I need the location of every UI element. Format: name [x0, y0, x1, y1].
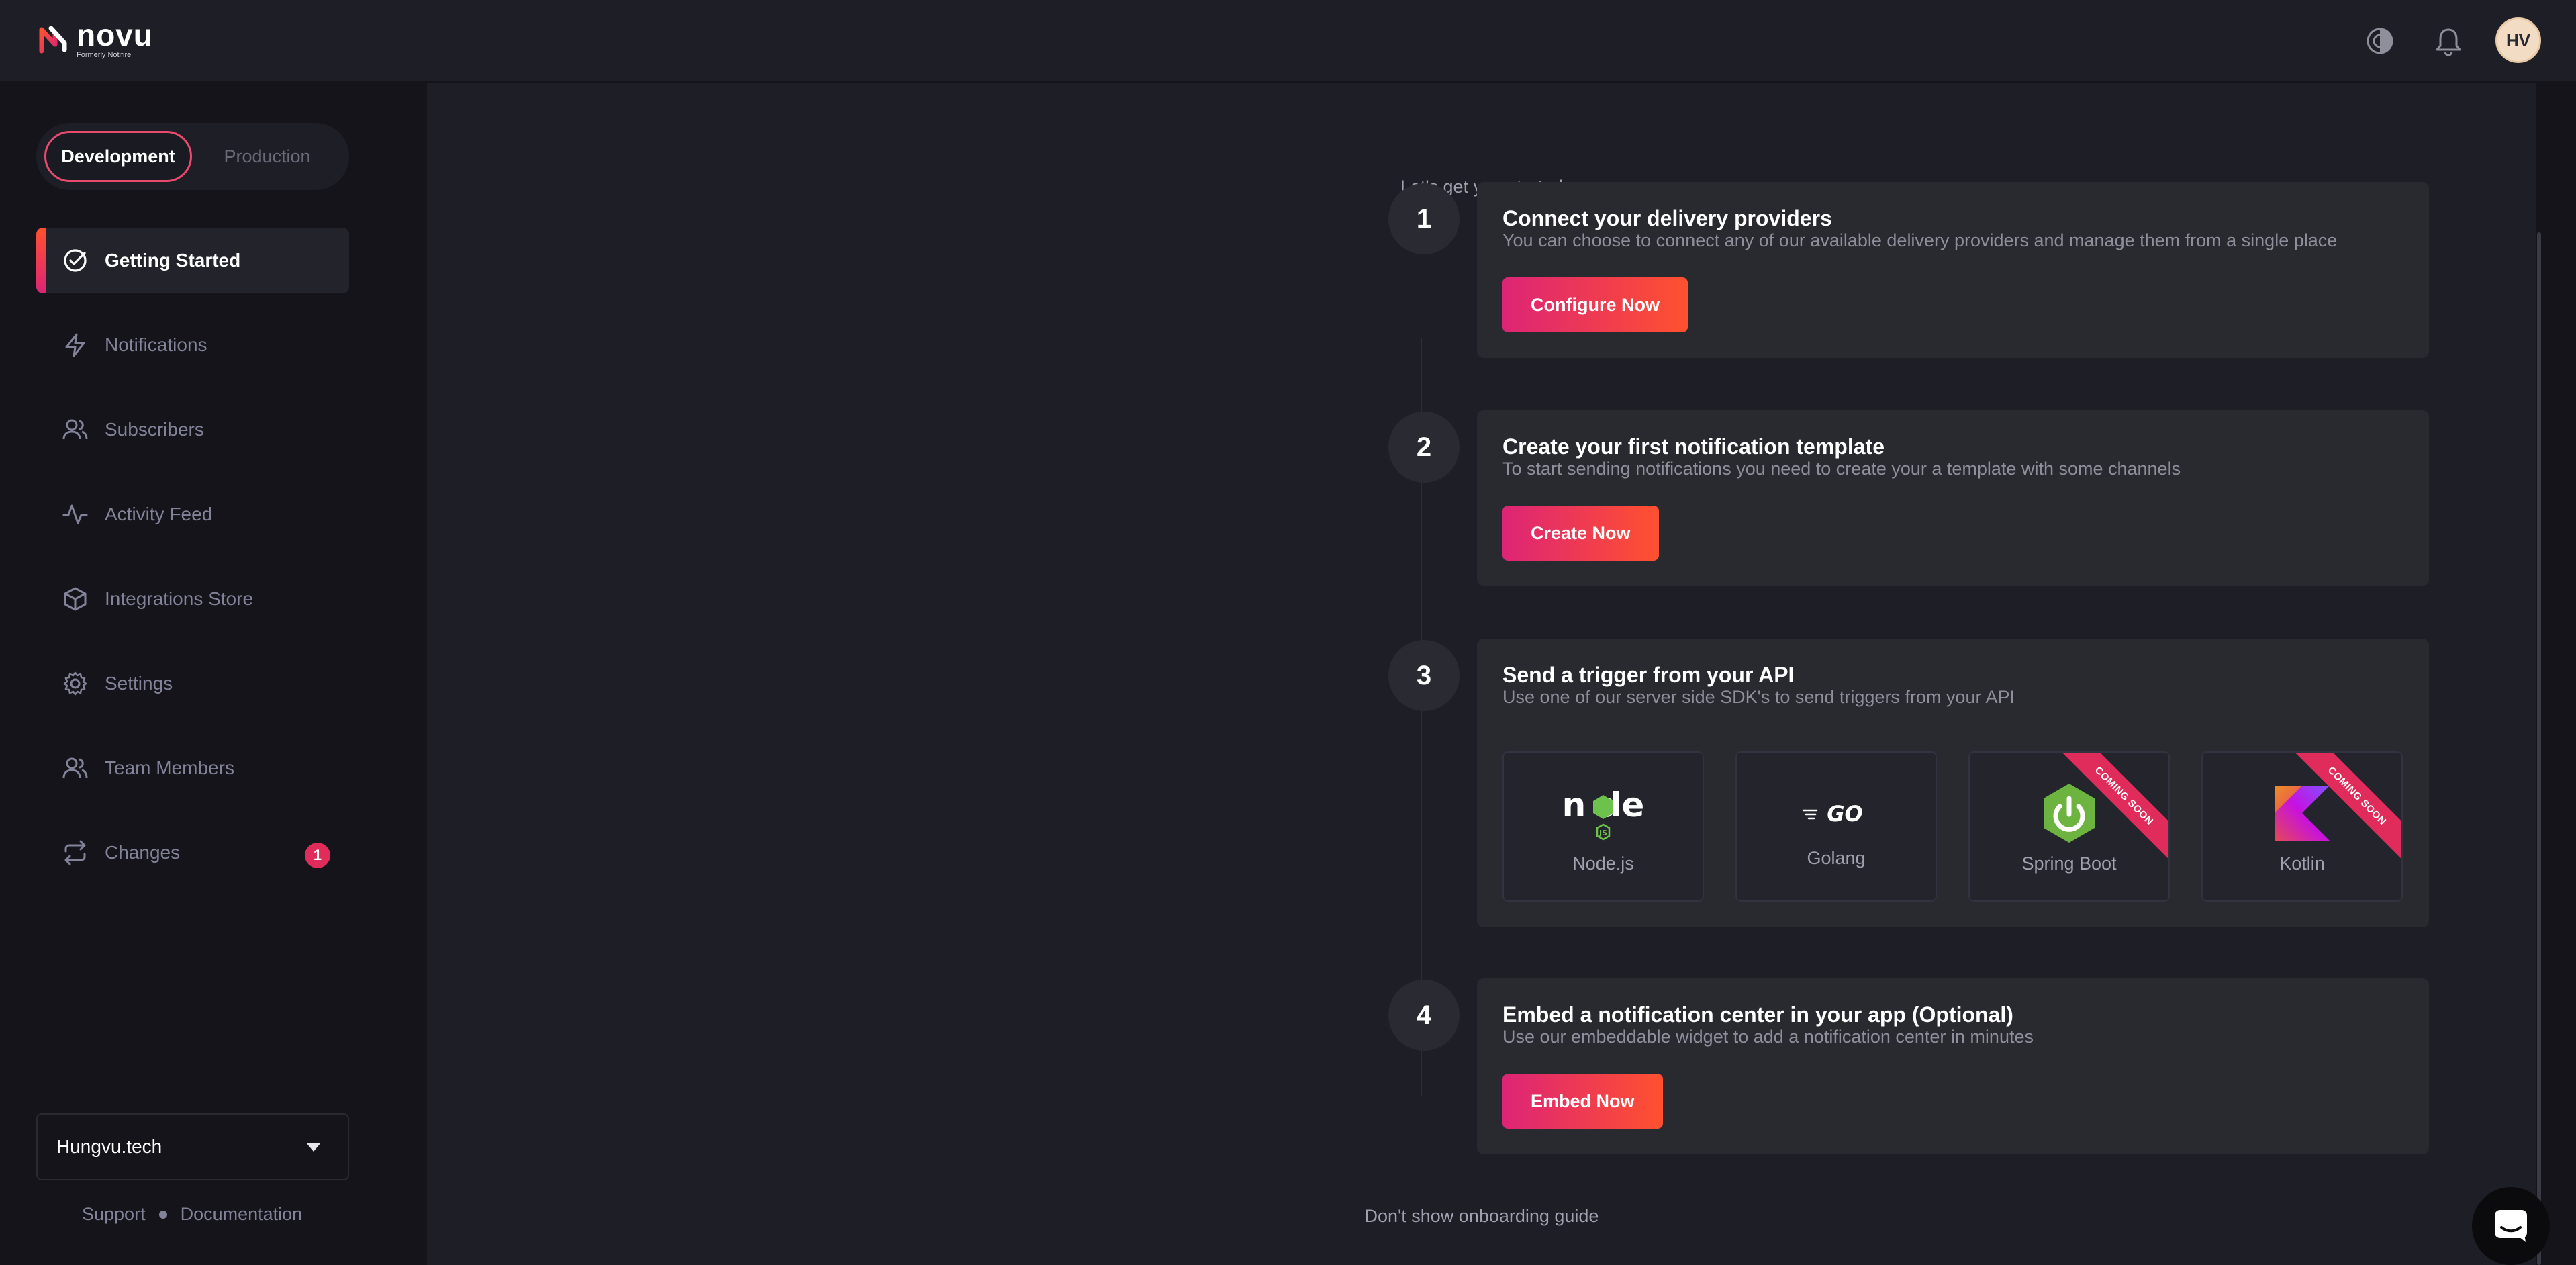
- env-production-button[interactable]: Production: [193, 131, 341, 182]
- support-link[interactable]: Support: [82, 1204, 146, 1225]
- step-card-send-trigger: Send a trigger from your API Use one of …: [1477, 639, 2429, 927]
- step-number: 4: [1388, 980, 1460, 1051]
- users-icon: [62, 416, 89, 443]
- create-now-button[interactable]: Create Now: [1502, 506, 1659, 561]
- env-development-button[interactable]: Development: [44, 131, 192, 182]
- repeat-icon: [62, 839, 89, 866]
- novu-logo-icon: [39, 26, 67, 54]
- sidebar-item-getting-started[interactable]: Getting Started: [36, 228, 349, 293]
- separator-dot: [158, 1210, 167, 1219]
- sidebar-item-label: Activity Feed: [105, 504, 213, 524]
- main-content: Let's get you started 1 Connect your del…: [427, 83, 2536, 1265]
- step-description: To start sending notifications you need …: [1502, 459, 2181, 479]
- sidebar-item-subscribers[interactable]: Subscribers: [36, 397, 349, 463]
- sdk-label: Kotlin: [2279, 853, 2325, 874]
- bell-icon[interactable]: [2432, 24, 2465, 58]
- sidebar-footer-links: Support Documentation: [82, 1204, 302, 1225]
- chat-launcher-button[interactable]: [2472, 1187, 2550, 1265]
- bolt-icon: [62, 332, 89, 359]
- step-number: 2: [1388, 412, 1460, 483]
- top-header: novu Formerly Notifire HV: [0, 0, 2576, 83]
- sidebar-item-activity-feed[interactable]: Activity Feed: [36, 481, 349, 547]
- sidebar-item-label: Integrations Store: [105, 588, 254, 609]
- sidebar-item-team-members[interactable]: Team Members: [36, 735, 349, 801]
- changes-count-badge: 1: [305, 843, 330, 868]
- sidebar-item-label: Team Members: [105, 757, 234, 778]
- step-description: You can choose to connect any of our ava…: [1502, 230, 2338, 250]
- sidebar-item-notifications[interactable]: Notifications: [36, 312, 349, 378]
- nodejs-logo-icon: n de JS: [1504, 780, 1703, 847]
- step-card-embed-center: Embed a notification center in your app …: [1477, 978, 2429, 1154]
- sidebar-item-label: Changes: [105, 842, 181, 863]
- sidebar-item-integrations-store[interactable]: Integrations Store: [36, 566, 349, 632]
- sidebar-nav: Getting Started Notifications Subscriber…: [36, 228, 349, 904]
- theme-toggle-icon[interactable]: [2363, 24, 2397, 58]
- sdk-label: Node.js: [1572, 853, 1634, 874]
- team-icon: [62, 755, 89, 782]
- dont-show-onboarding-link[interactable]: Don't show onboarding guide: [1365, 1206, 1599, 1226]
- scrollbar-thumb[interactable]: [2537, 232, 2541, 1265]
- step-title: Connect your delivery providers: [1502, 206, 1832, 230]
- organization-select[interactable]: Hungvu.tech: [36, 1113, 349, 1180]
- sidebar-item-settings[interactable]: Settings: [36, 651, 349, 716]
- organization-name: Hungvu.tech: [56, 1136, 162, 1157]
- step-title: Create your first notification template: [1502, 434, 1885, 459]
- chevron-down-icon: [306, 1143, 321, 1152]
- sidebar-item-label: Settings: [105, 673, 173, 694]
- box-icon: [62, 585, 89, 612]
- step-title: Embed a notification center in your app …: [1502, 1002, 2013, 1027]
- step-description: Use one of our server side SDK's to send…: [1502, 687, 2015, 707]
- sidebar-item-label: Subscribers: [105, 419, 204, 440]
- gear-icon: [62, 670, 89, 697]
- environment-switch: Development Production: [36, 123, 349, 190]
- embed-now-button[interactable]: Embed Now: [1502, 1074, 1663, 1129]
- sdk-label: Golang: [1807, 848, 1866, 868]
- configure-now-button[interactable]: Configure Now: [1502, 277, 1688, 332]
- golang-logo-icon: GO: [1737, 780, 1936, 847]
- logo-name: novu: [77, 17, 153, 52]
- step-number: 3: [1388, 640, 1460, 711]
- svg-text:JS: JS: [1599, 829, 1607, 837]
- sidebar-item-changes[interactable]: Changes 1: [36, 820, 349, 886]
- chat-icon: [2495, 1210, 2527, 1242]
- sdk-card-golang[interactable]: GO Golang: [1735, 751, 1937, 902]
- sdk-label: Spring Boot: [2021, 853, 2117, 874]
- sdk-card-nodejs[interactable]: n de JS Node.js: [1502, 751, 1704, 902]
- sidebar: Development Production Getting Started N…: [0, 83, 427, 1265]
- sidebar-item-label: Notifications: [105, 334, 207, 355]
- documentation-link[interactable]: Documentation: [181, 1204, 303, 1225]
- step-card-connect-providers: Connect your delivery providers You can …: [1477, 182, 2429, 358]
- sdk-list: n de JS Node.js GO Golang Spring Boot CO…: [1502, 751, 2434, 902]
- check-circle-icon: [62, 247, 89, 274]
- sdk-card-kotlin[interactable]: Kotlin COMING SOON: [2201, 751, 2403, 902]
- activity-icon: [62, 501, 89, 528]
- sidebar-item-label: Getting Started: [105, 250, 241, 271]
- app-root: novu Formerly Notifire HV Development Pr…: [0, 0, 2576, 1265]
- scrollbar-track[interactable]: [2536, 83, 2576, 1265]
- step-title: Send a trigger from your API: [1502, 663, 1795, 687]
- svg-text:GO: GO: [1827, 801, 1862, 827]
- step-number: 1: [1388, 183, 1460, 254]
- sdk-card-spring-boot[interactable]: Spring Boot COMING SOON: [1968, 751, 2170, 902]
- step-description: Use our embeddable widget to add a notif…: [1502, 1027, 2034, 1047]
- logo[interactable]: novu Formerly Notifire: [35, 17, 153, 59]
- user-avatar[interactable]: HV: [2495, 17, 2541, 63]
- dont-show-guide: Don't show onboarding guide: [427, 1206, 2536, 1227]
- step-card-create-template: Create your first notification template …: [1477, 410, 2429, 586]
